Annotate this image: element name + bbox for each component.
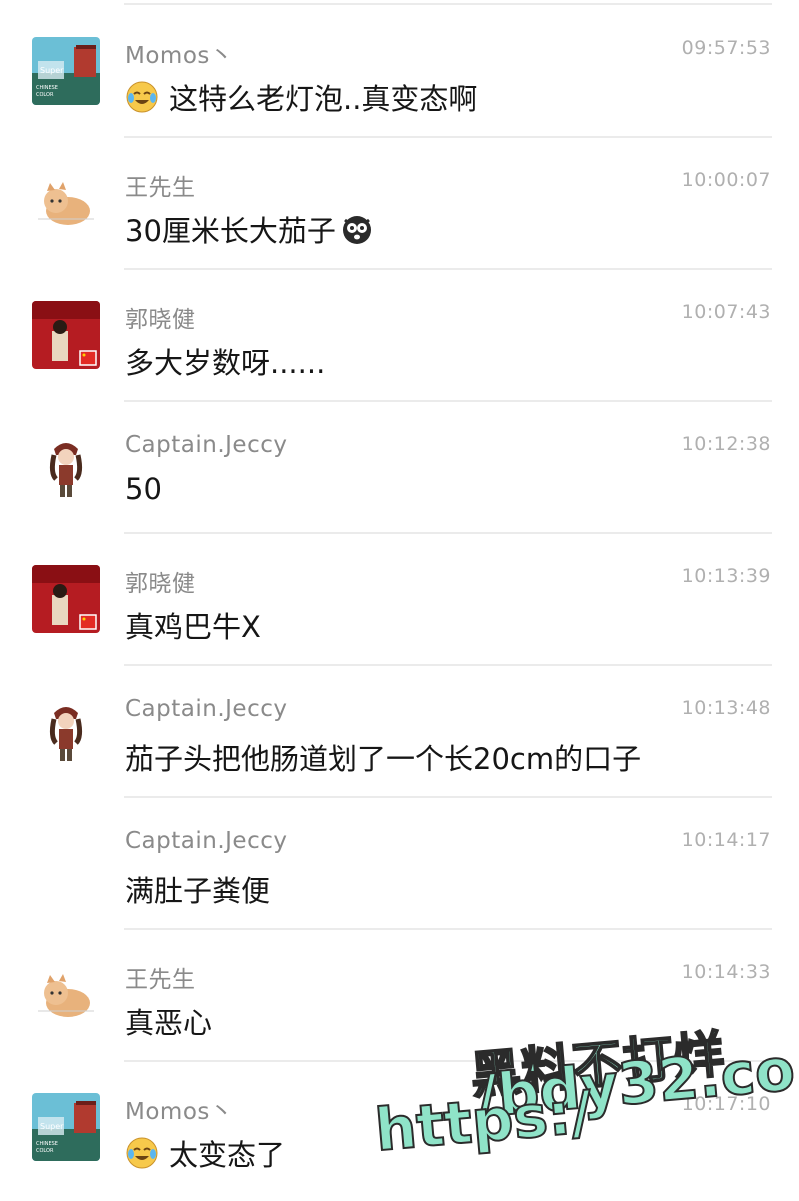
svg-text:Super: Super — [40, 1122, 64, 1131]
message-text: 50 — [125, 472, 162, 506]
message-text-content: 满肚子粪便 — [125, 874, 271, 908]
message-time: 10:00:07 — [681, 169, 771, 191]
avatar[interactable]: Super CHINESE COLOR — [32, 37, 100, 105]
message-time: 10:14:33 — [681, 961, 771, 983]
message-text-content: 真鸡巴牛X — [125, 610, 261, 644]
message-time: 10:12:38 — [681, 433, 771, 455]
sender-name: Momos丶 — [125, 1099, 234, 1125]
message-time: 10:13:39 — [681, 565, 771, 587]
message-text-content: 真恶心 — [125, 1006, 213, 1040]
message-time: 10:13:48 — [681, 697, 771, 719]
message-row[interactable]: 郭晓健 10:07:43 多大岁数呀...... — [0, 270, 799, 402]
message-row[interactable]: Captain.Jeccy 10:12:38 50 — [0, 402, 799, 534]
message-text-content: 50 — [125, 472, 162, 506]
avatar[interactable] — [32, 169, 100, 237]
message-text-content: 30厘米长大茄子 — [125, 214, 336, 248]
message-row[interactable]: Super CHINESE COLOR Momos丶 09:57:53 这特么老… — [0, 6, 799, 138]
sender-name: 郭晓健 — [125, 307, 196, 333]
message-text: 太变态了 — [125, 1132, 285, 1174]
message-row[interactable]: Super CHINESE COLOR Momos丶 10:17:10 太变态了 — [0, 1062, 799, 1194]
message-time: 09:57:53 — [681, 37, 771, 59]
avatar[interactable] — [32, 961, 100, 1029]
message-row[interactable]: Captain.Jeccy 10:13:48 茄子头把他肠道划了一个长20cm的… — [0, 666, 799, 798]
message-text-content: 茄子头把他肠道划了一个长20cm的口子 — [125, 742, 642, 776]
message-text-content: 这特么老灯泡..真变态啊 — [169, 82, 478, 116]
message-text: 满肚子粪便 — [125, 868, 270, 910]
avatar[interactable] — [32, 433, 100, 501]
avatar[interactable] — [32, 301, 100, 369]
sender-name: 郭晓健 — [125, 571, 196, 597]
svg-text:CHINESE: CHINESE — [36, 1141, 58, 1147]
divider — [124, 3, 772, 5]
message-time: 10:17:10 — [681, 1093, 771, 1115]
sender-name: Captain.Jeccy — [125, 828, 288, 854]
message-time: 10:07:43 — [681, 301, 771, 323]
avatar[interactable] — [32, 697, 100, 765]
message-text: 30厘米长大茄子 — [125, 208, 374, 250]
sender-name: Captain.Jeccy — [125, 432, 288, 458]
message-text: 真恶心 — [125, 1000, 212, 1042]
message-row[interactable]: Captain.Jeccy 10:14:17 满肚子粪便 — [0, 798, 799, 930]
message-text: 茄子头把他肠道划了一个长20cm的口子 — [125, 736, 641, 778]
sender-name: 王先生 — [125, 175, 196, 201]
svg-text:CHINESE: CHINESE — [36, 85, 58, 91]
avatar[interactable]: Super CHINESE COLOR — [32, 1093, 100, 1161]
sender-name: Captain.Jeccy — [125, 696, 288, 722]
message-row[interactable]: 王先生 10:14:33 真恶心 — [0, 930, 799, 1062]
sender-name: 王先生 — [125, 967, 196, 993]
laughing-tears-emoji-icon — [126, 1137, 158, 1169]
message-text: 真鸡巴牛X — [125, 604, 261, 646]
chat-list: Super CHINESE COLOR Momos丶 09:57:53 这特么老… — [0, 0, 799, 1201]
message-row[interactable]: 王先生 10:00:07 30厘米长大茄子 — [0, 138, 799, 270]
svg-text:COLOR: COLOR — [36, 92, 54, 98]
avatar[interactable] — [32, 565, 100, 633]
laughing-tears-emoji-icon — [126, 81, 158, 113]
message-text-content: 太变态了 — [169, 1138, 286, 1172]
svg-text:Super: Super — [40, 66, 64, 75]
message-row[interactable]: 郭晓健 10:13:39 真鸡巴牛X — [0, 534, 799, 666]
message-text: 多大岁数呀...... — [125, 340, 325, 382]
message-text: 这特么老灯泡..真变态啊 — [125, 76, 477, 118]
shocked-face-emoji-icon — [342, 216, 371, 244]
svg-text:COLOR: COLOR — [36, 1148, 54, 1154]
message-time: 10:14:17 — [681, 829, 771, 851]
message-text-content: 多大岁数呀...... — [125, 346, 326, 380]
sender-name: Momos丶 — [125, 43, 234, 69]
